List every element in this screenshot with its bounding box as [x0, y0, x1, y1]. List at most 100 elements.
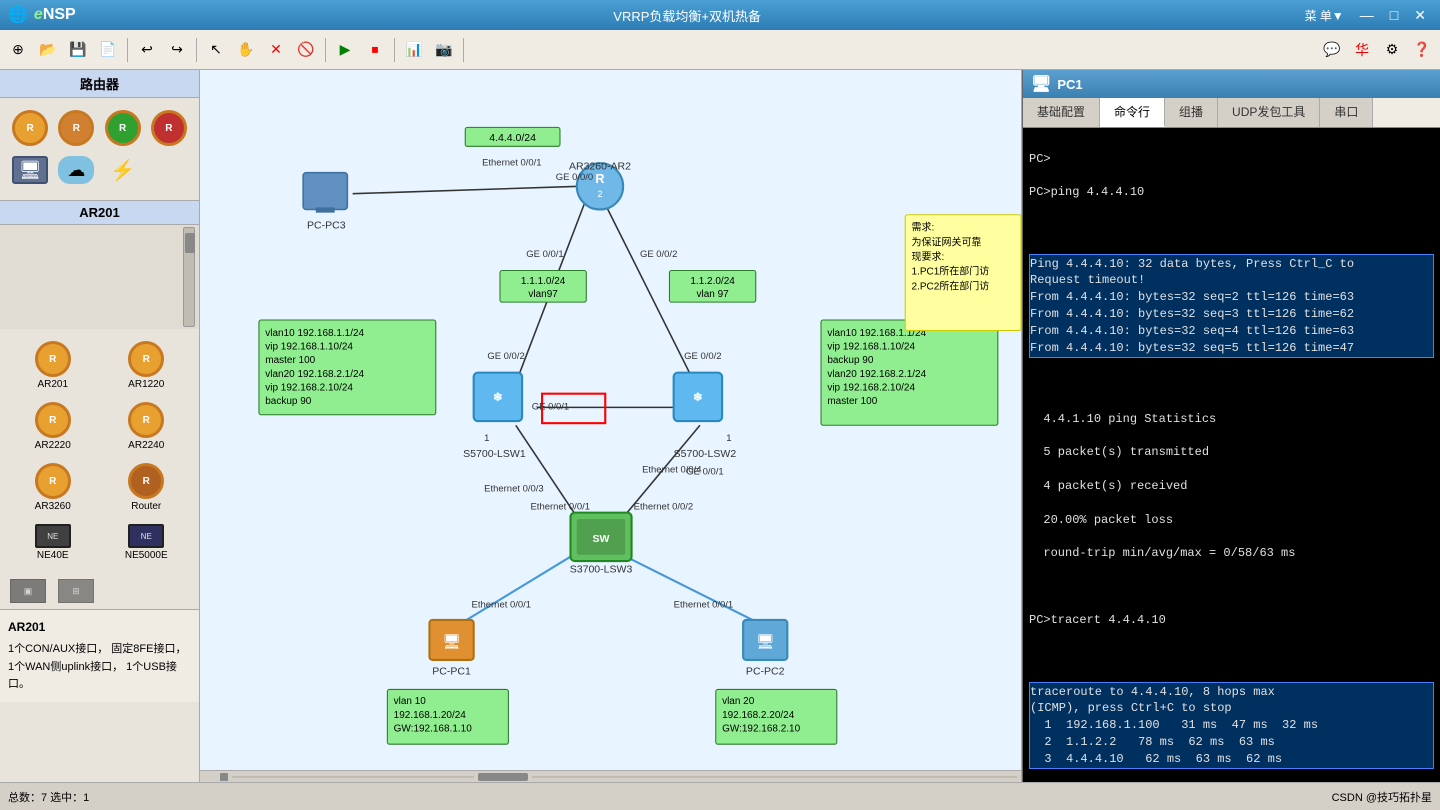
tb-redo[interactable]: ↪: [163, 36, 191, 64]
tb-huawei[interactable]: 华: [1348, 36, 1376, 64]
h-scrollbar[interactable]: [200, 770, 1021, 782]
tb-sep5: [463, 38, 464, 62]
window-title: VRRP负载均衡+双机热备: [76, 6, 1299, 25]
svg-text:🖥: 🖥: [442, 633, 461, 650]
svg-text:vlan20 192.168.2.1/24: vlan20 192.168.2.1/24: [265, 369, 364, 380]
sidebar-item-ar1220[interactable]: R AR1220: [102, 337, 192, 394]
tb-settings[interactable]: ⚙: [1378, 36, 1406, 64]
svg-text:🖥: 🖥: [756, 633, 775, 650]
svg-text:vlan97: vlan97: [528, 289, 558, 300]
canvas-area[interactable]: 4.4.4.0/24 R 2 AR3260-AR2 PC-PC3 Etherne…: [200, 70, 1022, 782]
menu-button[interactable]: 菜 单▼: [1299, 5, 1350, 26]
svg-text:vlan 97: vlan 97: [696, 289, 729, 300]
svg-text:现要求:: 现要求:: [912, 251, 945, 263]
pc1-title: PC1: [1057, 77, 1082, 92]
tb-help[interactable]: ❓: [1408, 36, 1436, 64]
ar1220-label: AR1220: [128, 379, 164, 390]
zap-icon: ⚡: [105, 156, 141, 184]
ar3260-icon: R: [35, 463, 71, 499]
term-stats-4: round-trip min/avg/max = 0/58/63 ms: [1029, 545, 1434, 562]
tab-command-line[interactable]: 命令行: [1100, 98, 1165, 127]
tb-save[interactable]: 💾: [64, 36, 92, 64]
tb-stop[interactable]: ⏹: [361, 36, 389, 64]
tb-sep3: [325, 38, 326, 62]
term-stats-title: 4.4.1.10 ping Statistics: [1029, 411, 1434, 428]
tab-multicast[interactable]: 组播: [1165, 98, 1218, 127]
router-icon-1: R: [12, 110, 48, 146]
tb-chat[interactable]: 💬: [1318, 36, 1346, 64]
pc1-tabs: 基础配置 命令行 组播 UDP发包工具 串口: [1023, 98, 1440, 128]
term-tracert-result: traceroute to 4.4.4.10, 8 hops max (ICMP…: [1029, 682, 1434, 770]
svg-text:GE 0/0/1: GE 0/0/1: [526, 249, 563, 260]
maximize-button[interactable]: □: [1384, 5, 1404, 26]
sidebar-item-ar3260[interactable]: R AR3260: [8, 459, 98, 516]
minimize-button[interactable]: —: [1354, 5, 1380, 26]
ar1220-icon: R: [128, 341, 164, 377]
tb-start[interactable]: ▶: [331, 36, 359, 64]
svg-text:❄: ❄: [693, 392, 703, 404]
main-area: 路由器 R R R R 🖥 ☁ ⚡: [0, 70, 1440, 782]
svg-text:vip 192.168.1.10/24: vip 192.168.1.10/24: [265, 341, 353, 352]
sidebar-item-monitor[interactable]: 🖥: [8, 152, 52, 188]
svg-text:1.PC1所在部门访: 1.PC1所在部门访: [912, 265, 990, 278]
tab-basic-config[interactable]: 基础配置: [1023, 98, 1100, 127]
svg-text:Ethernet 0/0/1: Ethernet 0/0/1: [472, 599, 531, 610]
tb-capture[interactable]: 📷: [430, 36, 458, 64]
sidebar-item-ne5000e[interactable]: NE NE5000E: [102, 520, 192, 565]
sidebar-item-zap[interactable]: ⚡: [101, 152, 145, 188]
logo-text: eNSP: [34, 6, 76, 24]
svg-text:vip 192.168.1.10/24: vip 192.168.1.10/24: [827, 341, 915, 352]
svg-text:❄: ❄: [493, 392, 503, 404]
close-button[interactable]: ✕: [1408, 5, 1432, 26]
cloud-icon: ☁: [58, 156, 94, 184]
ar3260-label: AR3260: [35, 501, 71, 512]
svg-text:PC-PC3: PC-PC3: [307, 219, 346, 231]
tb-new[interactable]: ⊕: [4, 36, 32, 64]
sidebar-item-router4[interactable]: R: [147, 106, 191, 150]
sidebar-item-router2[interactable]: R: [54, 106, 98, 150]
term-tracert-cmd: PC>tracert 4.4.4.10: [1029, 612, 1434, 629]
sidebar-item-extra2[interactable]: ⊞: [56, 575, 96, 607]
svg-text:S5700-LSW2: S5700-LSW2: [674, 448, 737, 460]
tb-select[interactable]: ↖: [202, 36, 230, 64]
h-scroll-bar[interactable]: [478, 773, 528, 781]
tb-delete[interactable]: ✕: [262, 36, 290, 64]
tab-udp-send[interactable]: UDP发包工具: [1218, 98, 1320, 127]
svg-text:master 100: master 100: [265, 355, 315, 366]
router-section-title: 路由器: [0, 70, 199, 98]
sidebar-item-router3[interactable]: R: [101, 106, 145, 150]
h-scroll-thumb[interactable]: [220, 773, 228, 781]
sidebar-item-router[interactable]: R Router: [102, 459, 192, 516]
status-count: 总数：7 选中：1: [8, 789, 89, 805]
term-line-3: [1029, 218, 1434, 235]
sidebar: 路由器 R R R R 🖥 ☁ ⚡: [0, 70, 200, 782]
tb-forbid[interactable]: 🚫: [292, 36, 320, 64]
svg-text:1.1.2.0/24: 1.1.2.0/24: [690, 276, 735, 287]
title-bar: 🌐 eNSP VRRP负载均衡+双机热备 菜 单▼ — □ ✕: [0, 0, 1440, 30]
tb-open[interactable]: 📂: [34, 36, 62, 64]
sidebar-item-extra1[interactable]: ▣: [8, 575, 48, 607]
svg-text:Ethernet 0/0/1: Ethernet 0/0/1: [674, 599, 734, 610]
svg-text:AR3260-AR2: AR3260-AR2: [569, 160, 631, 172]
sidebar-item-cloud[interactable]: ☁: [54, 152, 98, 188]
svg-text:vlan 10: vlan 10: [394, 696, 427, 707]
monitor-icon: 🖥: [12, 156, 48, 184]
svg-text:1.1.1.0/24: 1.1.1.0/24: [521, 276, 566, 287]
tb-config[interactable]: 📊: [400, 36, 428, 64]
sidebar-item-ar2220[interactable]: R AR2220: [8, 398, 98, 455]
ar2220-label: AR2220: [35, 440, 71, 451]
tb-undo[interactable]: ↩: [133, 36, 161, 64]
tb-close[interactable]: 📄: [94, 36, 122, 64]
tb-sep4: [394, 38, 395, 62]
pc1-terminal[interactable]: PC> PC>ping 4.4.4.10 Ping 4.4.4.10: 32 d…: [1023, 128, 1440, 782]
sidebar-item-router1[interactable]: R: [8, 106, 52, 150]
tab-serial[interactable]: 串口: [1320, 98, 1373, 127]
svg-text:为保证网关可靠: 为保证网关可靠: [912, 235, 982, 248]
svg-text:GW:192.168.1.10: GW:192.168.1.10: [394, 724, 473, 735]
sidebar-item-ne40e[interactable]: NE NE40E: [8, 520, 98, 565]
sidebar-item-ar201[interactable]: R AR201: [8, 337, 98, 394]
ar-icons: R AR201 R AR1220 R AR2220 R AR2240 R AR3…: [0, 329, 199, 573]
status-credit: CSDN @技巧拓扑星: [1332, 789, 1432, 805]
sidebar-item-ar2240[interactable]: R AR2240: [102, 398, 192, 455]
tb-hand[interactable]: ✋: [232, 36, 260, 64]
